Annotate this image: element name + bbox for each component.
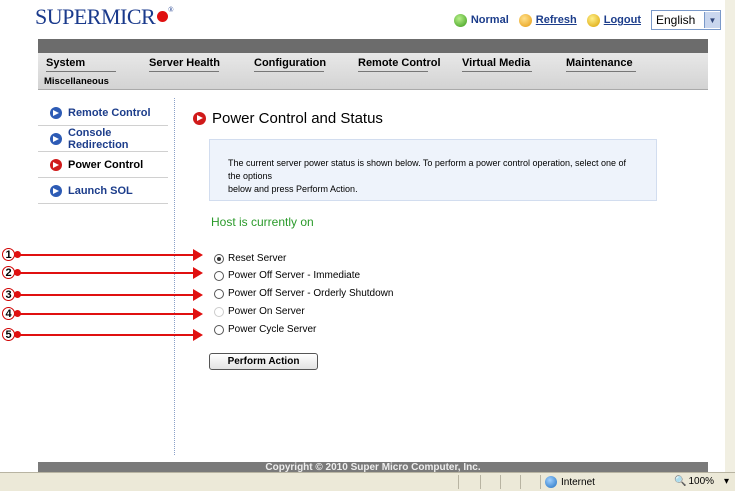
logo-text: SUPERMICR xyxy=(35,4,156,29)
arrow-bullet-icon xyxy=(50,132,62,145)
menu-remote-control[interactable]: Remote Control xyxy=(358,57,441,72)
menu-maintenance[interactable]: Maintenance xyxy=(566,57,636,72)
status-separator xyxy=(540,475,541,489)
zoom-level: 100% xyxy=(688,476,715,487)
sidebar-item-console-redirection[interactable]: Console Redirection xyxy=(38,126,168,152)
info-box: The current server power status is shown… xyxy=(209,139,657,201)
option-label: Reset Server xyxy=(228,253,287,264)
page-title-text: Power Control and Status xyxy=(212,110,383,127)
refresh-icon[interactable] xyxy=(518,13,532,27)
radio-power-off-orderly[interactable] xyxy=(214,288,224,299)
status-separator xyxy=(500,475,501,489)
option-label: Power Off Server - Immediate xyxy=(228,270,361,281)
magnifier-icon: 🔍 xyxy=(674,476,687,487)
language-select[interactable]: English ▼ xyxy=(651,10,721,30)
menu-miscellaneous[interactable]: Miscellaneous xyxy=(44,76,109,87)
option-label: Power Cycle Server xyxy=(228,324,317,335)
supermicro-logo: SUPERMICR ® xyxy=(35,4,174,30)
host-status: Host is currently on xyxy=(211,215,314,229)
sidebar-item-launch-sol[interactable]: Launch SOL xyxy=(38,178,168,204)
arrow-bullet-icon xyxy=(193,112,206,125)
menu-server-health[interactable]: Server Health xyxy=(149,57,220,72)
logo-dot-icon xyxy=(157,11,169,22)
arrow-bullet-icon xyxy=(50,184,62,197)
option-reset-server[interactable]: Reset Server xyxy=(214,253,286,264)
callout-arrow xyxy=(14,249,203,261)
menu-virtual-media[interactable]: Virtual Media xyxy=(462,57,533,72)
copyright-footer: Copyright © 2010 Super Micro Computer, I… xyxy=(38,462,708,473)
logout-icon[interactable] xyxy=(586,13,600,27)
header-toolbar: Normal Refresh Logout English ▼ xyxy=(453,10,721,30)
zone-label: Internet xyxy=(561,476,595,488)
info-text-line2: below and press Perform Action. xyxy=(228,184,358,194)
sidebar-item-label: Launch SOL xyxy=(68,184,133,197)
menu-configuration[interactable]: Configuration xyxy=(254,57,326,72)
arrow-bullet-icon xyxy=(50,106,62,119)
option-label: Power Off Server - Orderly Shutdown xyxy=(228,288,394,299)
system-status: Normal xyxy=(470,14,509,26)
sidebar-item-remote-control[interactable]: Remote Control xyxy=(38,100,168,126)
info-text-line1: The current server power status is shown… xyxy=(228,158,627,181)
zoom-control[interactable]: 🔍 100% ▾ xyxy=(674,476,729,487)
page-title: Power Control and Status xyxy=(193,110,383,127)
sidebar-item-label: Remote Control xyxy=(68,106,151,119)
radio-power-off-immediate[interactable] xyxy=(214,270,224,281)
sidebar-divider xyxy=(174,98,175,455)
option-power-off-orderly[interactable]: Power Off Server - Orderly Shutdown xyxy=(214,288,393,299)
status-ok-icon xyxy=(453,13,467,27)
browser-status-bar: Internet 🔍 100% ▾ xyxy=(0,472,735,491)
sidebar-item-label: Power Control xyxy=(68,158,144,171)
logout-link[interactable]: Logout xyxy=(604,14,641,26)
arrow-bullet-icon xyxy=(50,158,62,171)
sidebar-item-label: Console Redirection xyxy=(68,126,129,151)
globe-icon xyxy=(545,476,557,488)
menu-system[interactable]: System xyxy=(46,57,117,72)
security-zone: Internet xyxy=(545,476,595,488)
option-label: Power On Server xyxy=(228,306,305,317)
radio-reset-server[interactable] xyxy=(214,253,224,264)
callout-arrow xyxy=(14,289,203,301)
window-scrollbar[interactable] xyxy=(725,0,735,472)
language-value: English xyxy=(656,13,696,27)
status-separator xyxy=(480,475,481,489)
status-separator xyxy=(520,475,521,489)
main-menu: System Server Health Configuration Remot… xyxy=(38,53,708,90)
chevron-down-icon[interactable]: ▾ xyxy=(724,476,729,487)
perform-action-button[interactable]: Perform Action xyxy=(209,353,318,370)
radio-power-on-server xyxy=(214,306,224,317)
chevron-down-icon[interactable]: ▼ xyxy=(704,12,720,28)
option-power-cycle-server[interactable]: Power Cycle Server xyxy=(214,324,316,335)
logo-tm: ® xyxy=(168,6,174,14)
radio-power-cycle-server[interactable] xyxy=(214,324,224,335)
sidebar-item-power-control[interactable]: Power Control xyxy=(38,152,168,178)
menu-top-bar xyxy=(38,39,708,53)
option-power-off-immediate[interactable]: Power Off Server - Immediate xyxy=(214,270,360,281)
option-power-on-server: Power On Server xyxy=(214,306,305,317)
callout-arrow xyxy=(14,329,203,341)
status-separator xyxy=(458,475,459,489)
sidebar: Remote Control Console Redirection Power… xyxy=(38,100,168,204)
refresh-link[interactable]: Refresh xyxy=(536,14,577,26)
callout-arrow xyxy=(14,308,203,320)
callout-arrow xyxy=(14,267,203,279)
